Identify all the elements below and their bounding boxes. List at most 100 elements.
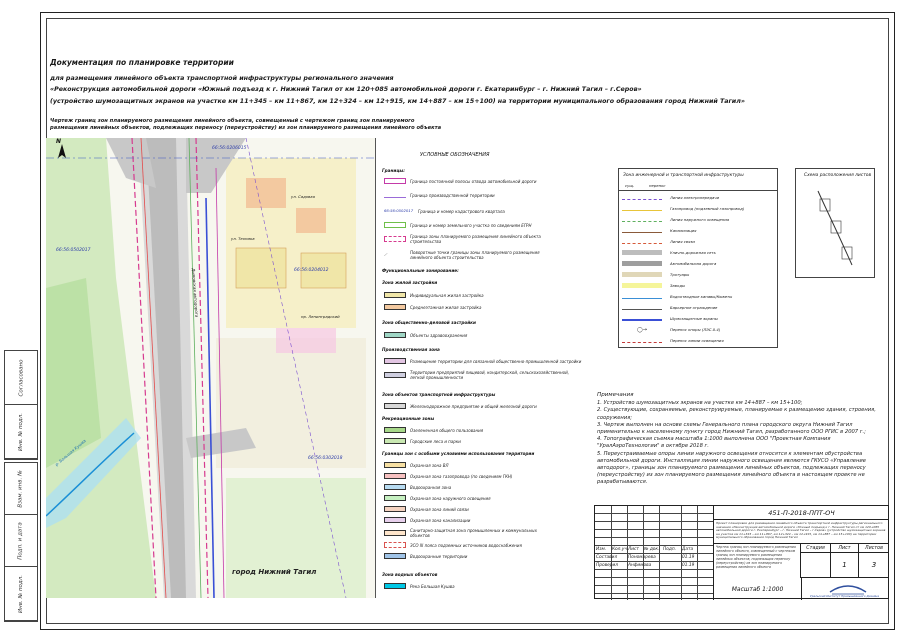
legend-section: Зона общественно-деловой застройки [382,320,476,325]
engineering-legend: Зона инженерной и транспортной инфрастру… [618,168,778,348]
note-item: 5. Переустраиваемые опоры линии наружног… [597,450,866,486]
planning-map: N 66:56:0206015 66:56:0502017 66:56:0204… [46,138,376,598]
building-block [296,208,326,233]
legend-swatch [384,462,406,468]
notes-block: Примечания 1. Устройство шумозащитных эк… [597,392,887,487]
document-code: 451-П-2018-ППТ-ОЧ [713,506,889,520]
engineering-legend-item: Тротуары [622,272,777,277]
cadastral-label: 66:56:0206015 [212,146,247,151]
legend-item: Индивидуальная жилая застройка [384,292,484,298]
role-date: 01.19 [682,555,695,560]
production-area [276,328,336,353]
legend-item: Охранная зона канализации [384,517,470,523]
legend-item: Охранная зона наружного освещения [384,495,491,501]
sheet-header: Лист [831,544,859,553]
street-label: ул. Техника [231,236,255,241]
column-header: № док. [644,547,660,552]
building-block [246,178,286,208]
legend-swatch [384,358,406,364]
legend-panel: УСЛОВНЫЕ ОБОЗНАЧЕНИЯ Границы: Граница по… [378,140,610,600]
engineering-legend-item: ◯→ Перенос опоры (ЛЭС-0.4) [622,327,777,333]
cadastral-label: 66:56:0204012 [294,268,329,273]
sheet-value: 1 [831,553,859,578]
role-name: Пономарева [628,555,656,560]
legend-swatch [384,427,406,433]
legend-swatch [384,553,406,559]
sheet-layout-scheme: Схема расположения листов [795,168,875,278]
side-stamp-cell: Инв. № подл. [5,567,37,621]
residential-area [226,158,356,328]
legend-section: Зона объектов транспортной инфраструктур… [382,392,496,397]
legend-swatch [384,506,406,512]
legend-swatch [622,283,662,288]
side-stamp-lower: Взам. инв. № Подп. и дата Инв. № подл. [4,462,38,622]
engineering-legend-item: Улично-дорожная сеть [622,250,777,255]
stage-header: Стадия [801,544,831,553]
sheets-value: 3 [859,553,889,578]
legend-title: УСЛОВНЫЕ ОБОЗНАЧЕНИЯ [420,152,490,158]
legend-swatch [622,217,662,222]
engineering-legend-header: сущ. перенос [619,183,777,191]
legend-section: Производственная зона [382,347,440,352]
legend-swatch [622,316,662,321]
engineering-legend-item: Заводы [622,283,777,288]
legend-item: Объекты здравоохранения [384,332,467,338]
title-block: Изм. Кол.уч. Лист № док. Подп. Дата Сост… [594,505,889,600]
engineering-legend-item: Линия электропередачи [622,195,777,200]
legend-swatch [384,304,406,310]
city-label: город Нижний Тагил [232,568,317,576]
cadastral-label: 66:56:0502017 [56,248,91,253]
cadastral-label: 66:56:0302018 [308,456,343,461]
legend-item: Река Большая Кушва [384,583,455,589]
org-logo: Уральский Институт Промышленного Дизайна [801,578,889,600]
scope-line: (устройство шумозащитных экранов на учас… [50,98,745,105]
legend-item: Охранная зона ВЛ [384,462,449,468]
legend-item: Санитарно-защитная зона промышленных и к… [384,528,544,538]
map-drawing [46,138,375,598]
role-name: Анфимова [628,563,652,568]
legend-swatch [622,206,662,211]
column-header: Изм. [596,547,607,552]
legend-swatch [384,372,406,378]
legend-item: Размещение территории для связанной обще… [384,358,609,364]
column-header: Дата [682,547,694,552]
project-description: Проект планировки для размещения линейно… [713,520,889,544]
sheet-layout-drawing [817,190,853,266]
legend-item: Охранная зона линий связи [384,506,469,512]
legend-item: Водоохранная зона [384,484,451,490]
legend-item: Граница производственной территории [384,192,495,198]
engineering-legend-item: Шумозащитные экраны [622,316,777,321]
legend-swatch [384,178,406,184]
street-label: ул. Садовая [291,194,315,199]
legend-item: Озелененная общего пользования [384,427,483,433]
building-block [235,247,287,289]
note-item: 3. Чертеж выполнен на основе схемы Генер… [597,421,866,436]
legend-item: Граница зоны планируемого размещения лин… [384,234,554,244]
legend-swatch [622,195,662,200]
legend-item: ⟋ Поворотные точки границы зоны планируем… [384,250,540,260]
engineering-legend-item: Водоотводные канавы/Кюветы [622,294,777,299]
column-header: Подп. [663,547,677,552]
side-stamp-cell: Подп. и дата [5,515,37,568]
stage-value [801,553,831,578]
document-subtitle: для размещения линейного объекта транспо… [50,75,394,82]
legend-swatch [384,332,406,338]
object-line: «Реконструкция автомобильной дороги «Южн… [50,86,642,93]
sheets-header: Листов [859,544,889,553]
side-stamp-cell: Взам. инв. № [5,463,37,516]
notes-title: Примечания [597,392,634,398]
noise-barrier [205,197,215,598]
legend-swatch [384,236,406,242]
legend-section: Рекреационные зоны [382,416,435,421]
drawing-title: Чертеж границ зон планируемого размещени… [50,118,442,131]
legend-swatch [384,542,406,548]
legend-swatch [384,583,406,589]
legend-swatch [622,272,662,277]
legend-swatch [384,495,406,501]
title-block-grid: Изм. Кол.уч. Лист № док. Подп. Дата Сост… [595,506,713,600]
legend-swatch [622,228,662,233]
side-stamp-cell: Согласовано [5,351,37,405]
legend-swatch [384,222,406,228]
legend-section: Зона жилой застройки [382,280,438,285]
legend-swatch [384,517,406,523]
